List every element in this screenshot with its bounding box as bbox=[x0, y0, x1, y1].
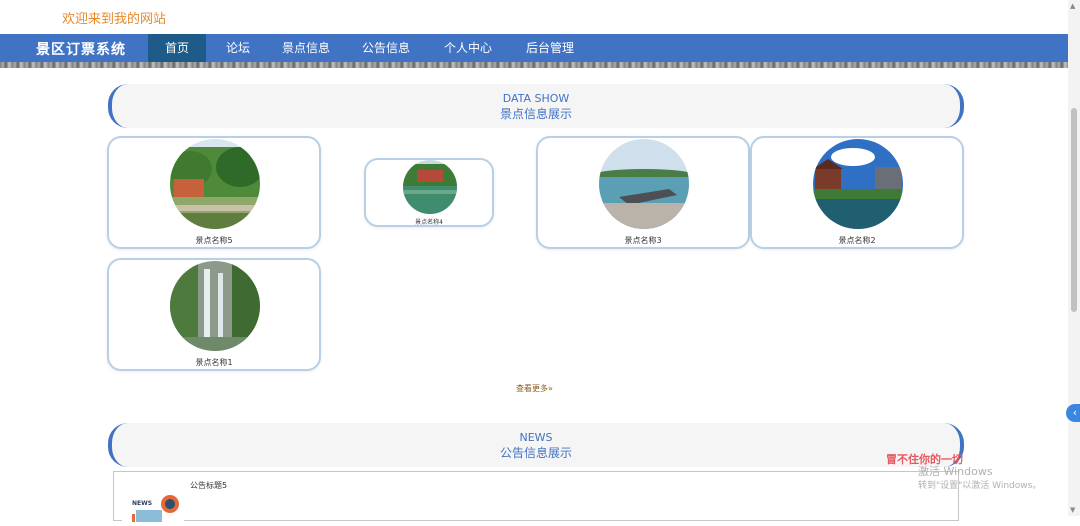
news-section-header: NEWS 公告信息展示 bbox=[108, 423, 964, 467]
news-thumbnail: NEWS bbox=[122, 492, 184, 522]
view-more-link[interactable]: 查看更多» bbox=[516, 383, 553, 394]
attraction-name: 景点名称4 bbox=[415, 219, 443, 226]
site-brand[interactable]: 景区订票系统 bbox=[36, 39, 126, 59]
nav-bar: 景区订票系统 首页 论坛 景点信息 公告信息 个人中心 后台管理 bbox=[0, 34, 1080, 62]
section-title-en: NEWS bbox=[519, 431, 553, 444]
section-title-cn: 公告信息展示 bbox=[499, 446, 572, 460]
windows-activation-hint: 转到"设置"以激活 Windows。 bbox=[918, 481, 1042, 491]
nav-item-forum[interactable]: 论坛 bbox=[212, 34, 264, 62]
attractions-section-header: DATA SHOW 景点信息展示 bbox=[108, 84, 964, 128]
scroll-up-arrow-icon[interactable]: ▲ bbox=[1070, 2, 1075, 10]
view-more-label: 查看更多 bbox=[516, 384, 548, 393]
double-chevron-right-icon: » bbox=[548, 384, 553, 393]
section-title-cn: 景点信息展示 bbox=[499, 107, 572, 121]
attraction-card[interactable]: 景点名称3 bbox=[536, 136, 750, 249]
nav-item-notices[interactable]: 公告信息 bbox=[354, 34, 418, 62]
attraction-image bbox=[170, 139, 260, 229]
notice-title[interactable]: 公告标题5 bbox=[190, 480, 227, 491]
attraction-image bbox=[170, 261, 260, 351]
attraction-name: 景点名称3 bbox=[624, 236, 662, 245]
scrollbar-thumb[interactable] bbox=[1071, 108, 1077, 312]
attraction-card[interactable]: 景点名称5 bbox=[107, 136, 321, 249]
notice-item[interactable]: NEWS 公告标题5 bbox=[113, 471, 959, 522]
attraction-name: 景点名称5 bbox=[195, 236, 233, 245]
decorative-stone-strip bbox=[0, 62, 1080, 68]
chevron-left-icon[interactable]: ‹ bbox=[1066, 404, 1080, 422]
top-bar: 欢迎来到我的网站 bbox=[0, 0, 1080, 34]
windows-activation-title: 激活 Windows bbox=[918, 465, 993, 478]
attraction-name: 景点名称1 bbox=[195, 358, 233, 367]
nav-item-admin[interactable]: 后台管理 bbox=[518, 34, 582, 62]
attraction-card[interactable]: 景点名称1 bbox=[107, 258, 321, 371]
section-title-en: DATA SHOW bbox=[502, 92, 570, 105]
welcome-text: 欢迎来到我的网站 bbox=[62, 12, 167, 27]
nav-item-attractions[interactable]: 景点信息 bbox=[274, 34, 338, 62]
attraction-image bbox=[599, 139, 689, 229]
nav-item-profile[interactable]: 个人中心 bbox=[436, 34, 500, 62]
nav-item-home[interactable]: 首页 bbox=[148, 34, 206, 62]
attraction-name: 景点名称2 bbox=[838, 236, 876, 245]
attraction-card[interactable]: 景点名称2 bbox=[750, 136, 964, 249]
attraction-image bbox=[403, 160, 457, 214]
attraction-image bbox=[813, 139, 903, 229]
scroll-down-arrow-icon[interactable]: ▼ bbox=[1070, 506, 1075, 514]
news-thumb-text: NEWS bbox=[132, 500, 153, 507]
attraction-card[interactable]: 景点名称4 bbox=[364, 158, 494, 227]
